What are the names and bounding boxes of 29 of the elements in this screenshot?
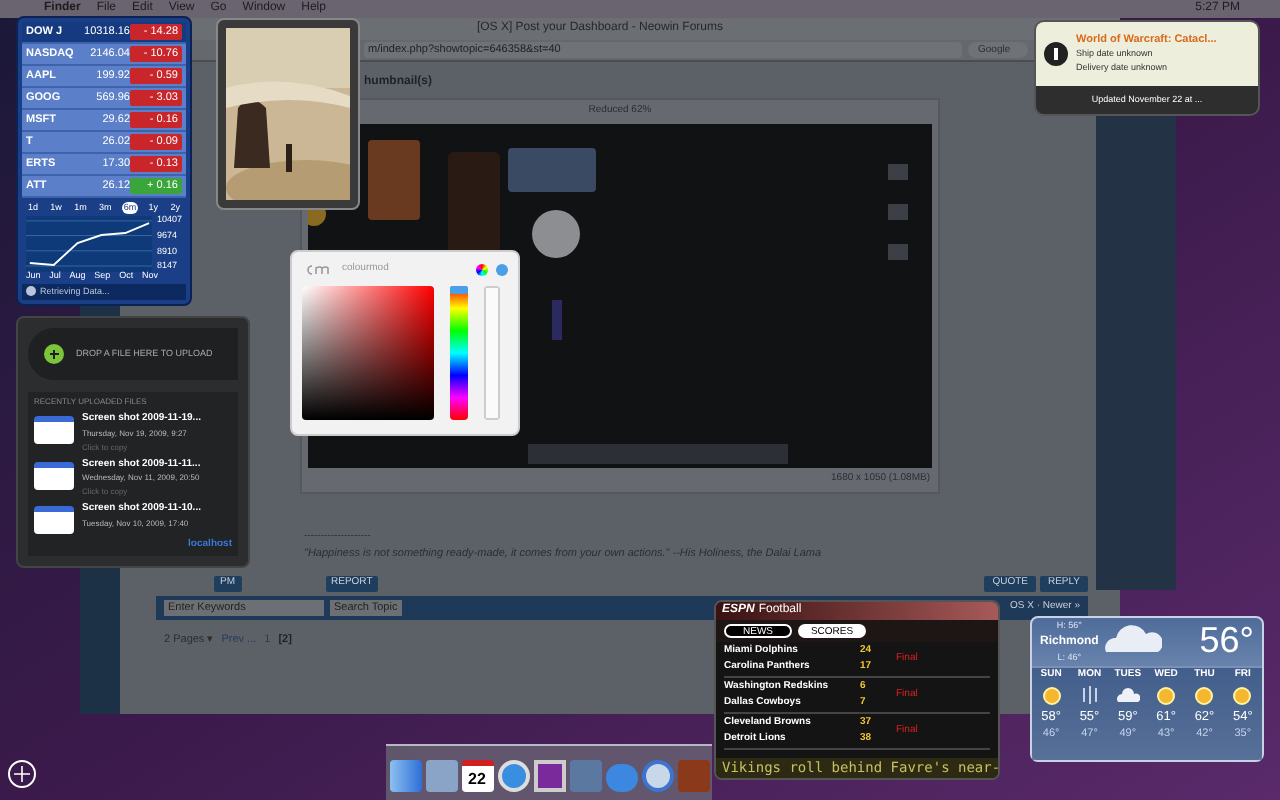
sun-icon — [1230, 683, 1255, 707]
calendar-day: 22 — [468, 771, 486, 787]
color-field[interactable] — [302, 285, 434, 419]
color-wheel-icon[interactable] — [476, 263, 488, 276]
line-chart — [26, 216, 153, 272]
chat-icon[interactable] — [605, 764, 637, 792]
cloud-icon — [1102, 620, 1163, 656]
hue-slider[interactable] — [450, 285, 468, 419]
current-temp: 56° — [1199, 620, 1254, 660]
sun-icon — [1039, 683, 1064, 707]
sun-icon — [1154, 683, 1179, 707]
dropper-icon[interactable] — [496, 263, 508, 276]
calendar-icon[interactable]: 22 — [461, 760, 493, 792]
cloud-icon — [1115, 683, 1140, 707]
add-widget-button[interactable] — [8, 760, 36, 788]
compass-icon[interactable] — [497, 760, 529, 792]
yahoo-icon — [26, 286, 36, 297]
slider-thumb[interactable] — [450, 285, 468, 293]
frame-icon[interactable] — [533, 760, 565, 792]
sun-icon — [1192, 683, 1217, 707]
bird-icon[interactable] — [425, 760, 457, 792]
finder-icon[interactable] — [389, 760, 421, 792]
thumbnail-icon — [34, 506, 74, 534]
alert-icon — [1044, 42, 1068, 66]
rain-icon — [1077, 683, 1102, 707]
plus-icon — [44, 344, 64, 364]
colourmod-logo — [302, 263, 334, 276]
thumbnail-icon — [34, 461, 74, 489]
thumbnail-icon — [34, 416, 74, 444]
